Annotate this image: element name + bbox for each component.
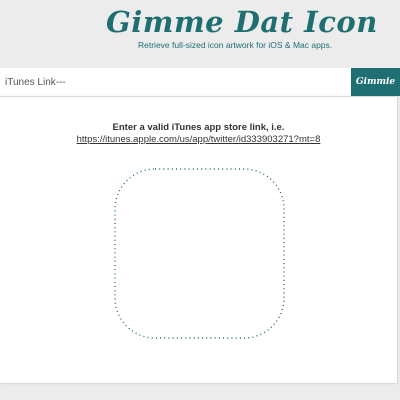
site-tagline: Retrieve full-sized icon artwork for iOS… <box>138 40 333 50</box>
itunes-link-input[interactable] <box>0 68 350 96</box>
icon-placeholder-area <box>113 167 286 340</box>
gimmie-button[interactable]: Gimmie <box>351 68 400 96</box>
instruction-text: Enter a valid iTunes app store link, i.e… <box>112 122 285 133</box>
rounded-square-dotted-icon <box>114 168 285 339</box>
site-header: Gimme Dat Icon Retrieve full-sized icon … <box>0 0 400 66</box>
icon-result-card: Enter a valid iTunes app store link, i.e… <box>0 97 397 383</box>
site-logo[interactable]: Gimme Dat Icon <box>106 5 378 39</box>
search-bar: Gimmie <box>0 68 400 96</box>
example-itunes-link[interactable]: https://itunes.apple.com/us/app/twitter/… <box>0 134 397 145</box>
